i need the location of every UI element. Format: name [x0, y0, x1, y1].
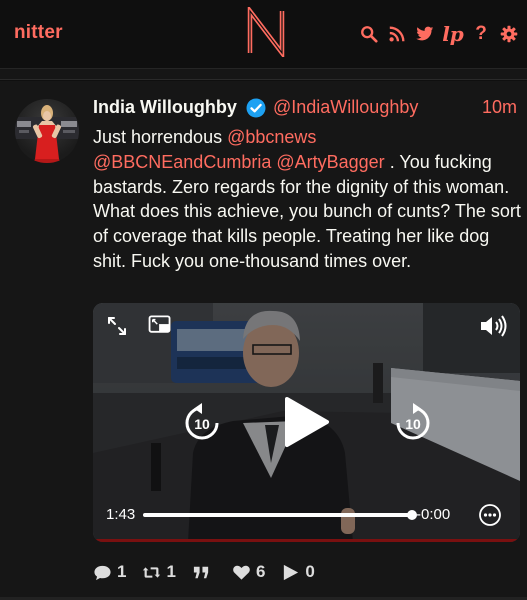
help-icon[interactable]: ? [471, 24, 491, 44]
avatar[interactable] [15, 99, 79, 163]
like-count: 6 [255, 562, 266, 581]
more-options-icon[interactable] [478, 503, 502, 527]
volume-icon[interactable] [478, 314, 508, 338]
nitter-logo[interactable] [246, 4, 286, 60]
reply-icon [94, 565, 111, 580]
twitter-icon[interactable] [415, 24, 435, 44]
settings-icon[interactable] [499, 24, 519, 44]
rss-icon[interactable] [387, 24, 407, 44]
nav-divider [0, 68, 527, 80]
search-icon[interactable] [359, 24, 379, 44]
retweet-stat[interactable]: 1 [142, 562, 176, 582]
video-player[interactable]: 10 10 1:43 -0:00 [93, 303, 520, 542]
tweet-timestamp[interactable]: 10m [482, 97, 517, 118]
tweet[interactable]: India Willoughby @IndiaWilloughby 10m Ju… [0, 81, 527, 600]
tweet-username[interactable]: @IndiaWilloughby [273, 97, 418, 118]
heart-icon [233, 565, 250, 580]
forward-10-icon[interactable]: 10 [393, 403, 433, 443]
quote-stat[interactable] [192, 563, 216, 582]
video-remaining-time: -0:00 [416, 506, 451, 523]
play-count-stat[interactable]: 0 [281, 562, 315, 582]
brand-link[interactable]: nitter [14, 22, 63, 44]
liberapay-icon[interactable]: lp [442, 24, 464, 44]
tweet-stats: 1 1 6 0 [93, 560, 315, 584]
like-stat[interactable]: 6 [232, 562, 265, 582]
tweet-content: Just horrendous @bbcnews @BBCNEandCumbria… [93, 125, 521, 274]
play-icon[interactable] [281, 395, 331, 449]
play-count: 0 [305, 562, 315, 581]
navbar: nitter lp ? [0, 0, 527, 68]
mention-bbcneandcumbria[interactable]: @BBCNEandCumbria [93, 152, 271, 172]
play-count-icon [284, 564, 299, 580]
rewind-10-label: 10 [194, 416, 210, 432]
mention-artybagger[interactable]: @ArtyBagger [276, 152, 384, 172]
video-current-time: 1:43 [106, 506, 136, 523]
reply-count: 1 [117, 562, 127, 581]
video-progress-bar[interactable] [143, 513, 411, 517]
tweet-fullname[interactable]: India Willoughby [93, 97, 237, 118]
retweet-icon [143, 566, 161, 578]
picture-in-picture-icon[interactable] [148, 315, 172, 335]
retweet-count: 1 [166, 562, 176, 581]
verified-icon [246, 98, 266, 118]
forward-10-label: 10 [405, 416, 421, 432]
rewind-10-icon[interactable]: 10 [182, 403, 222, 443]
reply-stat[interactable]: 1 [93, 562, 126, 582]
video-bottom-edge [93, 539, 520, 542]
tweet-text-part1: Just horrendous [93, 127, 228, 147]
fullscreen-icon[interactable] [105, 314, 129, 338]
mention-bbcnews[interactable]: @bbcnews [227, 127, 316, 147]
nav-icons: lp ? [359, 22, 519, 46]
quote-icon [193, 566, 209, 578]
